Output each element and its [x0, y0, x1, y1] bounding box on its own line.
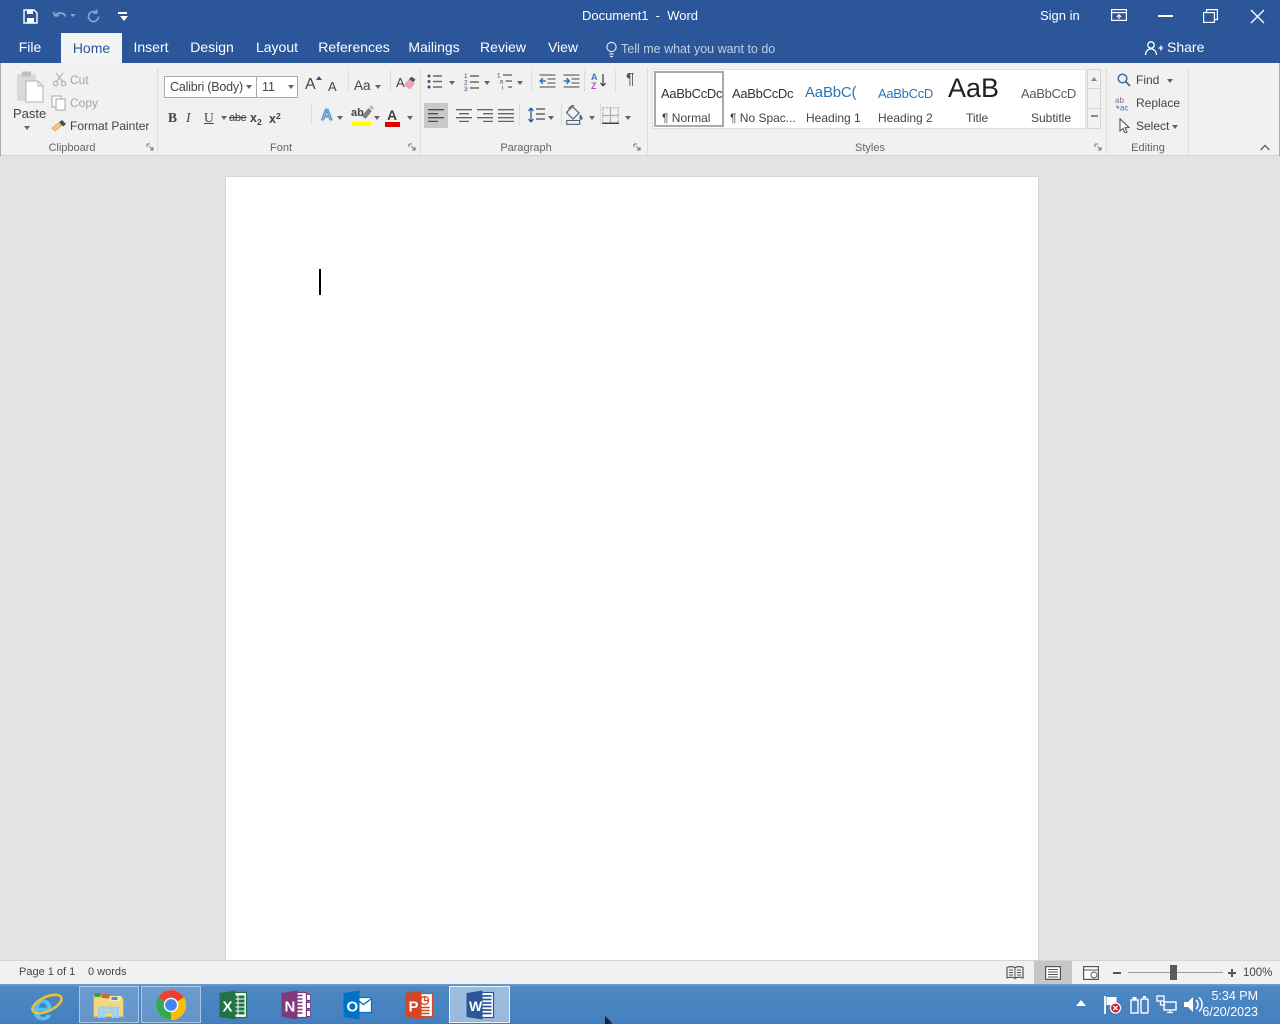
- svg-text:ac: ac: [1120, 104, 1128, 112]
- svg-text:i: i: [502, 85, 503, 91]
- svg-text:O: O: [347, 998, 359, 1015]
- svg-text:X: X: [223, 998, 233, 1015]
- svg-text:N: N: [285, 998, 296, 1015]
- svg-text:P: P: [409, 998, 419, 1015]
- svg-text:3: 3: [464, 86, 468, 91]
- svg-text:Z: Z: [591, 81, 597, 90]
- svg-text:W: W: [469, 998, 483, 1014]
